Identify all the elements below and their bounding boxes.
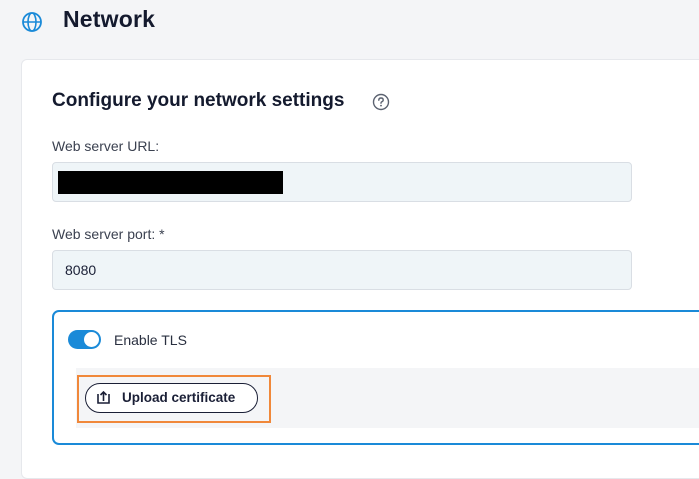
enable-tls-label: Enable TLS (114, 332, 187, 348)
page-header: Network (0, 0, 699, 44)
url-field-label: Web server URL: (52, 138, 160, 154)
port-input[interactable] (52, 250, 632, 290)
upload-certificate-label: Upload certificate (122, 390, 236, 405)
page-title: Network (63, 6, 156, 32)
globe-icon (21, 11, 43, 33)
redacted-url-value (58, 171, 283, 194)
section-title: Configure your network settings (52, 90, 345, 111)
help-circle-icon[interactable] (372, 93, 390, 111)
upload-certificate-button[interactable]: Upload certificate (85, 383, 258, 413)
enable-tls-toggle[interactable] (68, 330, 101, 349)
toggle-knob (84, 332, 99, 347)
upload-icon (96, 390, 111, 405)
port-field-label: Web server port: * (52, 226, 165, 242)
